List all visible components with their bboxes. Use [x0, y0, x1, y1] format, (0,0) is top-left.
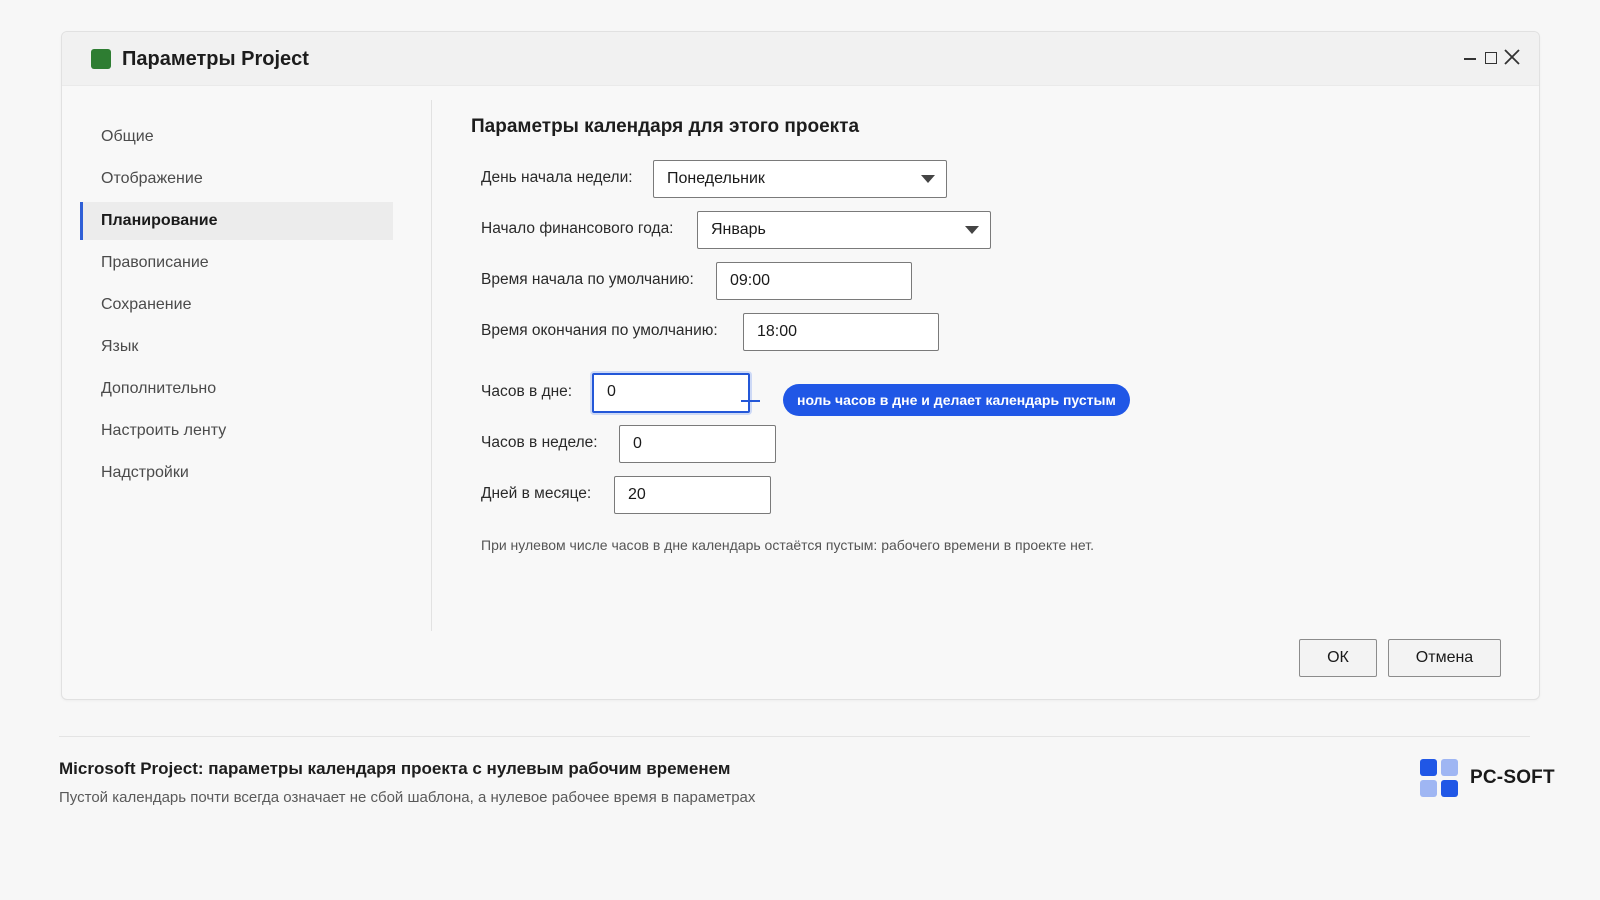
- footer-divider: [59, 736, 1530, 737]
- hint-text: При нулевом числе часов в дне календарь …: [481, 537, 1094, 553]
- chevron-down-icon: [921, 175, 935, 183]
- dialog-title: Параметры Project: [122, 48, 309, 70]
- minimize-button[interactable]: [1459, 46, 1481, 70]
- days-per-month-label: Дней в месяце:: [481, 485, 592, 502]
- logo-square: [1420, 759, 1437, 776]
- sidebar-item-display[interactable]: Отображение: [80, 160, 393, 198]
- hours-per-week-input[interactable]: 0: [619, 425, 776, 463]
- default-end-time-label: Время окончания по умолчанию:: [481, 322, 718, 339]
- default-start-time-input[interactable]: 09:00: [716, 262, 912, 300]
- fiscal-year-start-select[interactable]: Январь: [697, 211, 991, 249]
- minimize-icon: [1464, 58, 1476, 60]
- week-start-value: Понедельник: [667, 170, 765, 187]
- callout-connector: [741, 400, 760, 402]
- sidebar-item-customize-ribbon[interactable]: Настроить ленту: [80, 412, 393, 450]
- brand-logo-icon: [1420, 759, 1460, 799]
- close-icon: [1504, 49, 1520, 65]
- sidebar-item-general[interactable]: Общие: [80, 118, 393, 156]
- sidebar-item-proofing[interactable]: Правописание: [80, 244, 393, 282]
- sidebar-item-schedule[interactable]: Планирование: [80, 202, 393, 240]
- sidebar-item-advanced[interactable]: Дополнительно: [80, 370, 393, 408]
- footer-subtitle: Пустой календарь почти всегда означает н…: [59, 789, 756, 806]
- close-button[interactable]: [1501, 46, 1523, 70]
- logo-square: [1441, 780, 1458, 797]
- project-app-icon: [91, 49, 111, 69]
- hours-per-day-input[interactable]: 0: [592, 373, 750, 413]
- brand-name: PC-SOFT: [1470, 767, 1555, 788]
- default-start-time-label: Время начала по умолчанию:: [481, 271, 694, 288]
- maximize-icon: [1485, 52, 1497, 64]
- hours-per-day-label: Часов в дне:: [481, 383, 573, 400]
- default-end-time-input[interactable]: 18:00: [743, 313, 939, 351]
- maximize-button[interactable]: [1480, 46, 1502, 70]
- fiscal-year-start-label: Начало финансового года:: [481, 220, 674, 237]
- logo-square: [1420, 780, 1437, 797]
- cancel-button[interactable]: Отмена: [1388, 639, 1501, 677]
- sidebar-item-language[interactable]: Язык: [80, 328, 393, 366]
- week-start-select[interactable]: Понедельник: [653, 160, 947, 198]
- options-sidebar: Общие Отображение Планирование Правописа…: [80, 118, 393, 496]
- sidebar-item-save[interactable]: Сохранение: [80, 286, 393, 324]
- title-bar: Параметры Project: [62, 32, 1539, 86]
- logo-square: [1441, 759, 1458, 776]
- sidebar-divider: [431, 100, 432, 631]
- hours-per-week-label: Часов в неделе:: [481, 434, 598, 451]
- annotation-callout: ноль часов в дне и делает календарь пуст…: [783, 384, 1130, 416]
- week-start-label: День начала недели:: [481, 169, 633, 186]
- footer-title: Microsoft Project: параметры календаря п…: [59, 759, 731, 778]
- days-per-month-input[interactable]: 20: [614, 476, 771, 514]
- fiscal-year-start-value: Январь: [711, 221, 766, 238]
- ok-button[interactable]: ОК: [1299, 639, 1377, 677]
- chevron-down-icon: [965, 226, 979, 234]
- sidebar-item-addins[interactable]: Надстройки: [80, 454, 393, 492]
- section-title: Параметры календаря для этого проекта: [471, 116, 860, 137]
- project-options-dialog: Параметры Project Общие Отображение План…: [61, 31, 1540, 700]
